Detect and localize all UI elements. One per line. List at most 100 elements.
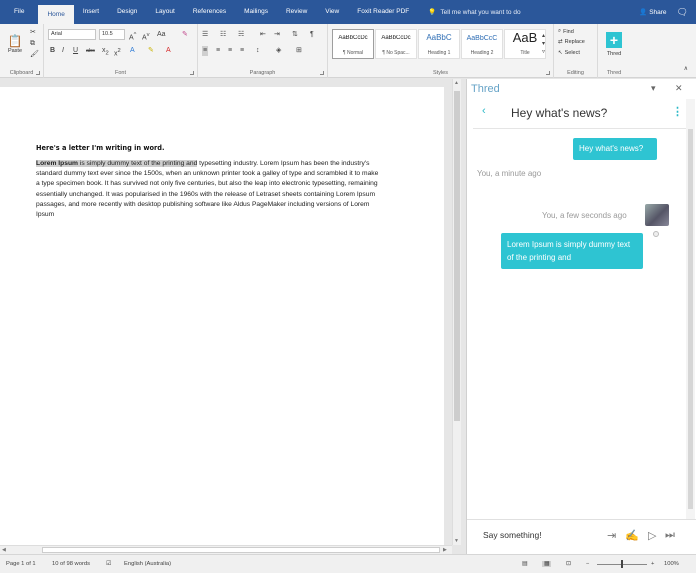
scroll-up-icon[interactable]: ▲ <box>454 80 459 86</box>
font-name-select[interactable]: Arial <box>48 29 96 40</box>
styles-launcher[interactable] <box>546 71 550 75</box>
grow-font-icon[interactable]: A^ <box>129 30 136 43</box>
zoom-in-icon[interactable]: + <box>651 561 654 567</box>
format-painter-icon[interactable]: 🖌 <box>30 50 39 60</box>
justify-icon[interactable]: ≡ <box>240 46 244 56</box>
subscript-icon[interactable]: x2 <box>102 46 109 58</box>
tell-me-search[interactable]: 💡 Tell me what you want to do <box>418 8 520 17</box>
bold-icon[interactable]: B <box>50 46 55 56</box>
tab-references[interactable]: References <box>184 0 235 24</box>
tab-mailings[interactable]: Mailings <box>235 0 277 24</box>
tab-insert[interactable]: Insert <box>74 0 108 24</box>
zoom-level[interactable]: 100% <box>664 561 679 567</box>
replace-button[interactable]: ⇄ Replace <box>557 38 586 46</box>
style-preview: AaBbCcDc <box>338 35 368 41</box>
text-effects-icon[interactable]: A <box>130 46 135 56</box>
align-center-icon[interactable]: ≡ <box>216 46 220 56</box>
share-label: Share <box>649 9 667 16</box>
scroll-left-icon[interactable]: ◀ <box>2 547 6 553</box>
styles-more-icon[interactable]: ▴ ▾ ▿ <box>542 32 545 56</box>
borders-icon[interactable]: ⊞ <box>296 46 302 56</box>
change-case-button[interactable]: Aa <box>157 30 166 40</box>
italic-icon[interactable]: I <box>62 46 64 56</box>
zoom-out-icon[interactable]: − <box>586 561 589 567</box>
increase-indent-icon[interactable]: ⇥ <box>274 30 280 40</box>
align-left-icon[interactable]: ≡ <box>202 46 209 56</box>
font-color-icon[interactable]: A <box>166 46 171 56</box>
align-right-icon[interactable]: ≡ <box>228 46 232 56</box>
tab-view[interactable]: View <box>316 0 348 24</box>
thred-button[interactable]: + Thred <box>601 27 627 61</box>
numbering-icon[interactable]: ☷ <box>220 30 226 40</box>
back-icon[interactable]: ‹ <box>482 105 486 117</box>
pane-scrollbar[interactable] <box>686 99 695 519</box>
underline-icon[interactable]: U <box>73 46 78 56</box>
insert-icon[interactable]: ⇥ <box>607 529 616 542</box>
find-button[interactable]: ⌕ Find <box>557 27 575 36</box>
language[interactable]: English (Australia) <box>124 561 171 567</box>
style-heading-2[interactable]: AaBbCcC Heading 2 <box>461 29 503 59</box>
document-page[interactable]: Here's a letter I'm writing in word. Lor… <box>0 87 444 545</box>
strikethrough-icon[interactable]: abc <box>86 46 95 56</box>
select-button[interactable]: ↖ Select <box>557 49 581 57</box>
scroll-right-icon[interactable]: ▶ <box>443 547 447 553</box>
print-layout-icon[interactable]: ▦ <box>542 561 552 567</box>
send-icon[interactable]: ▷ <box>648 529 656 542</box>
clipboard-launcher[interactable] <box>36 71 40 75</box>
bullets-icon[interactable]: ☰ <box>202 30 208 40</box>
font-size-select[interactable]: 10.5 <box>99 29 125 40</box>
clear-formatting-icon[interactable]: ✎ <box>182 30 188 40</box>
message-bubble[interactable]: Hey what's news? <box>573 138 657 160</box>
read-mode-icon[interactable]: ▤ <box>522 561 527 567</box>
message-meta: You, a few seconds ago <box>542 211 627 220</box>
document-vertical-scrollbar[interactable]: ▲ ▼ <box>452 79 461 545</box>
shading-icon[interactable]: ◈ <box>276 46 281 56</box>
pane-options-icon[interactable]: ▾ <box>651 83 656 94</box>
find-icon: ⌕ <box>558 28 562 34</box>
collapse-ribbon-icon[interactable]: ∧ <box>684 64 688 74</box>
cut-icon[interactable]: ✂ <box>30 28 36 38</box>
word-count[interactable]: 10 of 98 words <box>52 561 90 567</box>
copy-icon[interactable]: ⧉ <box>30 39 35 49</box>
web-layout-icon[interactable]: ⊡ <box>566 561 571 567</box>
message-bubble[interactable]: Lorem Ipsum is simply dummy text of the … <box>501 233 643 269</box>
pilcrow-icon[interactable]: ¶ <box>310 30 314 40</box>
style-preview: AaBbC <box>426 33 452 42</box>
drawing-icon[interactable]: ✍ <box>625 529 639 542</box>
line-spacing-icon[interactable]: ↕ <box>256 46 260 56</box>
tab-review[interactable]: Review <box>277 0 316 24</box>
tab-layout[interactable]: Layout <box>146 0 184 24</box>
multilevel-list-icon[interactable]: ☵ <box>238 30 244 40</box>
font-launcher[interactable] <box>190 71 194 75</box>
paragraph-launcher[interactable] <box>320 71 324 75</box>
highlight-icon[interactable]: ✎ <box>148 46 154 56</box>
paste-button[interactable]: 📋 Paste <box>4 27 26 61</box>
style-no-spacing[interactable]: AaBbCcDc ¶ No Spac... <box>375 29 417 59</box>
scroll-down-icon[interactable]: ▼ <box>454 538 459 544</box>
pane-scroll-thumb[interactable] <box>688 129 693 509</box>
horizontal-scroll-thumb[interactable] <box>42 547 440 553</box>
tab-home[interactable]: Home <box>38 5 74 24</box>
zoom-slider-thumb[interactable] <box>621 560 623 568</box>
style-name: Heading 2 <box>470 50 494 56</box>
style-heading-1[interactable]: AaBbC Heading 1 <box>418 29 460 59</box>
style-title[interactable]: AaB Title <box>504 29 546 59</box>
shrink-font-icon[interactable]: Av <box>142 30 150 43</box>
page-count[interactable]: Page 1 of 1 <box>6 561 36 567</box>
share-button[interactable]: 👤 Share <box>639 8 666 16</box>
message-input[interactable]: Say something! <box>483 530 542 540</box>
tab-foxit-reader-pdf[interactable]: Foxit Reader PDF <box>348 0 418 24</box>
superscript-icon[interactable]: x2 <box>114 46 121 59</box>
sort-icon[interactable]: ⇅ <box>292 30 298 40</box>
document-horizontal-scrollbar[interactable]: ◀ ▶ <box>0 545 452 554</box>
tab-design[interactable]: Design <box>108 0 146 24</box>
more-options-icon[interactable]: ⋮ <box>672 105 683 118</box>
comment-icon[interactable]: 🗨 <box>677 7 688 18</box>
audio-icon[interactable]: ⏭ <box>665 529 675 542</box>
proofing-icon[interactable]: ☑ <box>106 561 111 567</box>
pane-close-icon[interactable]: ✕ <box>675 83 683 94</box>
style-normal[interactable]: AaBbCcDc ¶ Normal <box>332 29 374 59</box>
vertical-scroll-thumb[interactable] <box>454 91 460 421</box>
tab-file[interactable]: File <box>0 0 38 24</box>
decrease-indent-icon[interactable]: ⇤ <box>260 30 266 40</box>
